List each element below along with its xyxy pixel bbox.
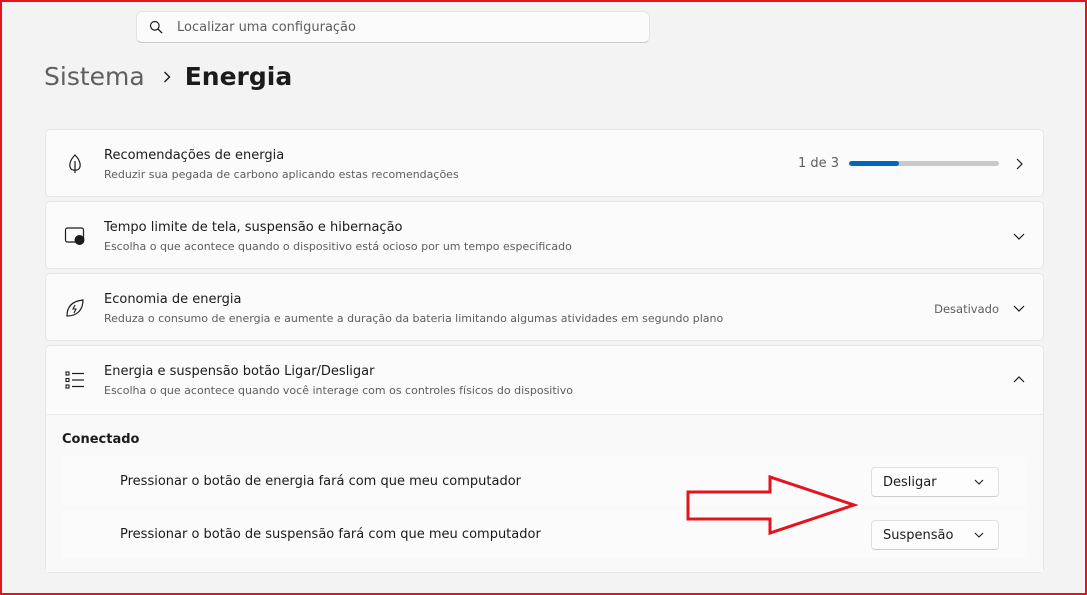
card-header[interactable]: Energia e suspensão botão Ligar/Desligar…: [46, 346, 1043, 414]
setting-row-power-button: Pressionar o botão de energia fará com q…: [62, 457, 1027, 505]
card-title: Tempo limite de tela, suspensão e hibern…: [104, 220, 403, 235]
energy-saver-status: Desativado: [934, 302, 999, 316]
card-expanded-body: Conectado Pressionar o botão de energia …: [46, 414, 1043, 572]
leaf-icon: [69, 154, 81, 173]
card-title: Energia e suspensão botão Ligar/Desligar: [104, 364, 375, 379]
card-description: Reduzir sua pegada de carbono aplicando …: [104, 168, 459, 181]
setting-row-sleep-button: Pressionar o botão de suspensão fará com…: [62, 510, 1027, 558]
chevron-right-icon: [163, 71, 171, 83]
annotation-arrow-icon: [686, 474, 858, 536]
search-icon: [149, 20, 163, 34]
progress-fill: [849, 161, 899, 166]
chevron-down-icon: [974, 479, 984, 485]
card-description: Escolha o que acontece quando o disposit…: [104, 240, 572, 253]
card-title: Economia de energia: [104, 292, 242, 307]
section-label-plugged-in: Conectado: [62, 432, 140, 447]
chevron-right-icon[interactable]: [1011, 156, 1027, 172]
card-power-recommendations[interactable]: Recomendações de energia Reduzir sua peg…: [45, 129, 1044, 197]
card-description: Reduza o consumo de energia e aumente a …: [104, 312, 724, 325]
screen-sleep-icon: [64, 227, 85, 245]
dropdown-value: Desligar: [883, 474, 937, 490]
list-icon: [65, 371, 84, 389]
card-screen-timeout[interactable]: Tempo limite de tela, suspensão e hibern…: [45, 201, 1044, 269]
sleep-button-action-dropdown[interactable]: Suspensão: [871, 520, 999, 550]
energy-saver-leaf-icon: [66, 299, 84, 317]
chevron-down-icon: [974, 532, 984, 538]
search-input[interactable]: [175, 18, 619, 36]
page-title: Energia: [184, 62, 293, 91]
dropdown-value: Suspensão: [883, 527, 954, 543]
setting-label: Pressionar o botão de energia fará com q…: [120, 474, 522, 489]
card-title: Recomendações de energia: [104, 148, 285, 163]
chevron-up-icon[interactable]: [1011, 372, 1027, 388]
recommendation-counter: 1 de 3: [797, 156, 839, 171]
breadcrumb: Sistema Energia: [44, 62, 292, 91]
card-power-button-settings: Energia e suspensão botão Ligar/Desligar…: [45, 345, 1044, 573]
chevron-down-icon[interactable]: [1011, 228, 1027, 244]
setting-label: Pressionar o botão de suspensão fará com…: [120, 527, 541, 542]
card-description: Escolha o que acontece quando você inter…: [104, 384, 573, 397]
chevron-down-icon[interactable]: [1011, 300, 1027, 316]
breadcrumb-sistema[interactable]: Sistema: [44, 62, 145, 91]
search-box[interactable]: [136, 11, 650, 43]
card-energy-saver[interactable]: Economia de energia Reduza o consumo de …: [45, 273, 1044, 341]
power-button-action-dropdown[interactable]: Desligar: [871, 467, 999, 497]
recommendation-progress-bar: [849, 161, 999, 166]
